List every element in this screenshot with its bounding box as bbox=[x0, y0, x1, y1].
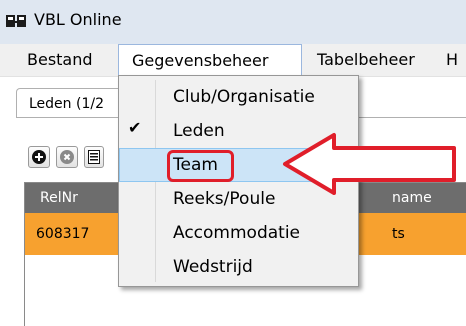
add-button[interactable] bbox=[28, 146, 50, 168]
red-arrow-icon bbox=[283, 133, 456, 195]
menu-bar: Bestand Gegevensbeheer Tabelbeheer H bbox=[0, 44, 466, 77]
cell-name: ts bbox=[392, 226, 405, 242]
document-button[interactable] bbox=[84, 146, 104, 168]
menu-item-label: Wedstrijd bbox=[173, 257, 253, 277]
title-bar: VBL Online bbox=[0, 0, 466, 44]
add-icon bbox=[32, 150, 46, 164]
delete-icon bbox=[60, 150, 74, 164]
highlight-annotation-box bbox=[167, 150, 234, 182]
menu-help[interactable]: H bbox=[446, 44, 458, 76]
menu-tabelbeheer[interactable]: Tabelbeheer bbox=[317, 44, 415, 76]
delete-button[interactable] bbox=[56, 146, 78, 168]
menu-item-label: Accommodatie bbox=[173, 223, 301, 243]
menu-gegevensbeheer[interactable]: Gegevensbeheer bbox=[118, 44, 302, 75]
window-title: VBL Online bbox=[34, 10, 122, 29]
menu-bestand[interactable]: Bestand bbox=[27, 44, 93, 76]
cell-relnr: 608317 bbox=[36, 226, 90, 242]
document-icon bbox=[88, 150, 100, 164]
checkmark-icon: ✔ bbox=[128, 118, 142, 137]
menu-item-label: Club/Organisatie bbox=[173, 87, 315, 107]
app-icon bbox=[6, 15, 26, 27]
menu-item-label: Leden bbox=[173, 121, 225, 141]
column-header-relnr[interactable]: RelNr bbox=[40, 183, 78, 213]
menu-item-label: Reeks/Poule bbox=[173, 189, 276, 209]
